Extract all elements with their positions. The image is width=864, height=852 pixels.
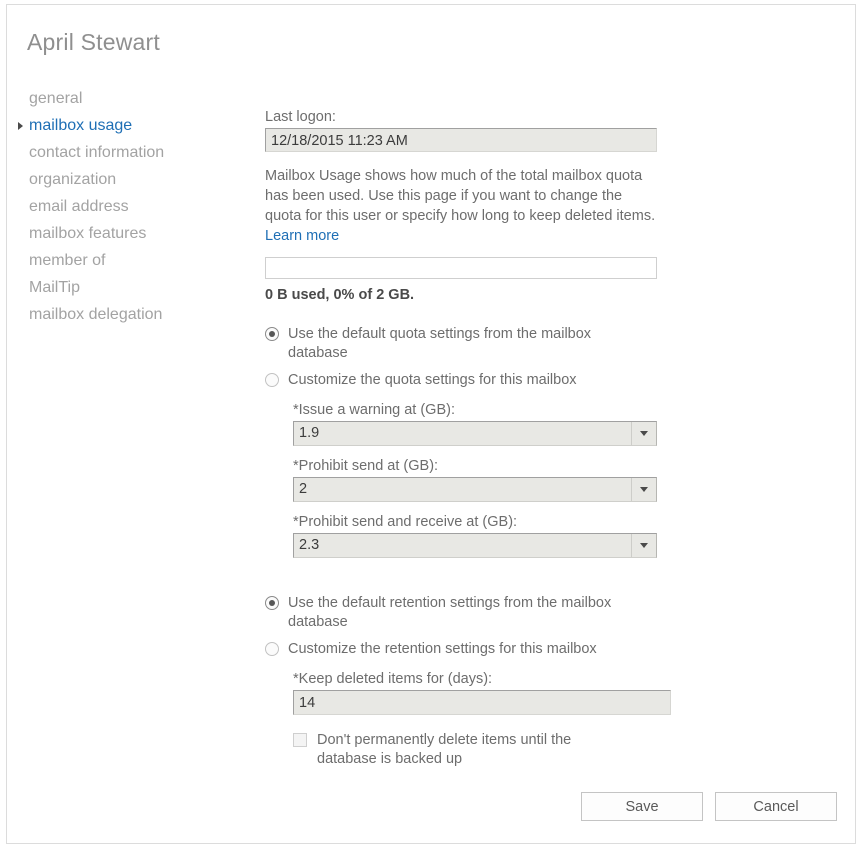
chevron-down-icon[interactable] (631, 422, 656, 445)
sidebar-item-mailbox-delegation[interactable]: mailbox delegation (13, 301, 253, 328)
last-logon-label: Last logon: (265, 109, 665, 125)
prohibit-send-block: *Prohibit send at (GB): 2 (293, 458, 665, 502)
radio-icon-unselected[interactable] (265, 373, 279, 387)
sidebar-item-mailbox-usage[interactable]: mailbox usage (13, 112, 253, 139)
sidebar-item-label: mailbox usage (29, 117, 132, 134)
retention-settings-group: Use the default retention settings from … (265, 594, 665, 769)
sidebar-item-label: general (29, 90, 82, 107)
backup-checkbox-label: Don't permanently delete items until the… (317, 731, 607, 769)
sidebar-item-organization[interactable]: organization (13, 166, 253, 193)
keep-deleted-items-input[interactable]: 14 (293, 690, 671, 715)
chevron-down-icon[interactable] (631, 534, 656, 557)
sidebar-item-mailtip[interactable]: MailTip (13, 274, 253, 301)
radio-icon-unselected[interactable] (265, 642, 279, 656)
prohibit-send-receive-value: 2.3 (294, 534, 656, 557)
sidebar-item-label: mailbox delegation (29, 306, 162, 323)
prohibit-send-receive-block: *Prohibit send and receive at (GB): 2.3 (293, 514, 665, 558)
cancel-button[interactable]: Cancel (715, 792, 837, 821)
selection-arrow-icon (18, 122, 23, 130)
dialog-footer: Save Cancel (581, 792, 837, 821)
radio-icon-selected[interactable] (265, 596, 279, 610)
sidebar-item-mailbox-features[interactable]: mailbox features (13, 220, 253, 247)
sidebar-nav: general mailbox usage contact informatio… (13, 85, 253, 328)
quota-default-radio-row[interactable]: Use the default quota settings from the … (265, 325, 665, 363)
quota-custom-radio-row[interactable]: Customize the quota settings for this ma… (265, 371, 665, 390)
description-body: Mailbox Usage shows how much of the tota… (265, 168, 655, 224)
prohibit-send-select[interactable]: 2 (293, 477, 657, 502)
mailbox-usage-panel: Last logon: 12/18/2015 11:23 AM Mailbox … (265, 109, 665, 769)
prohibit-send-value: 2 (294, 478, 656, 501)
checkbox-icon-unchecked[interactable] (293, 733, 307, 747)
issue-warning-value: 1.9 (294, 422, 656, 445)
quota-usage-text: 0 B used, 0% of 2 GB. (265, 287, 665, 303)
radio-icon-selected[interactable] (265, 327, 279, 341)
dialog-frame: April Stewart general mailbox usage cont… (6, 4, 856, 844)
issue-warning-block: *Issue a warning at (GB): 1.9 (293, 402, 665, 446)
sidebar-item-label: email address (29, 198, 129, 215)
page-title: April Stewart (27, 29, 160, 56)
save-button[interactable]: Save (581, 792, 703, 821)
quota-fields-group: *Issue a warning at (GB): 1.9 *Prohibit … (293, 402, 665, 558)
prohibit-send-label: *Prohibit send at (GB): (293, 458, 665, 474)
keep-deleted-items-label: *Keep deleted items for (days): (293, 671, 665, 687)
sidebar-item-member-of[interactable]: member of (13, 247, 253, 274)
description-text: Mailbox Usage shows how much of the tota… (265, 166, 657, 246)
sidebar-item-label: member of (29, 252, 105, 269)
issue-warning-label: *Issue a warning at (GB): (293, 402, 665, 418)
quota-default-label: Use the default quota settings from the … (288, 325, 618, 363)
sidebar-item-label: MailTip (29, 279, 80, 296)
sidebar-item-label: organization (29, 171, 116, 188)
sidebar-item-general[interactable]: general (13, 85, 253, 112)
retention-custom-radio-row[interactable]: Customize the retention settings for thi… (265, 640, 665, 659)
prohibit-send-receive-label: *Prohibit send and receive at (GB): (293, 514, 665, 530)
keep-deleted-items-block: *Keep deleted items for (days): 14 (293, 671, 665, 715)
chevron-down-icon[interactable] (631, 478, 656, 501)
retention-default-label: Use the default retention settings from … (288, 594, 618, 632)
sidebar-item-label: mailbox features (29, 225, 146, 242)
quota-custom-label: Customize the quota settings for this ma… (288, 371, 577, 390)
issue-warning-select[interactable]: 1.9 (293, 421, 657, 446)
backup-checkbox-row[interactable]: Don't permanently delete items until the… (293, 731, 665, 769)
prohibit-send-receive-select[interactable]: 2.3 (293, 533, 657, 558)
sidebar-item-contact-information[interactable]: contact information (13, 139, 253, 166)
sidebar-item-email-address[interactable]: email address (13, 193, 253, 220)
last-logon-value: 12/18/2015 11:23 AM (265, 128, 657, 152)
quota-usage-progressbar (265, 257, 657, 279)
retention-custom-label: Customize the retention settings for thi… (288, 640, 597, 659)
learn-more-link[interactable]: Learn more (265, 228, 339, 244)
retention-default-radio-row[interactable]: Use the default retention settings from … (265, 594, 665, 632)
sidebar-item-label: contact information (29, 144, 164, 161)
